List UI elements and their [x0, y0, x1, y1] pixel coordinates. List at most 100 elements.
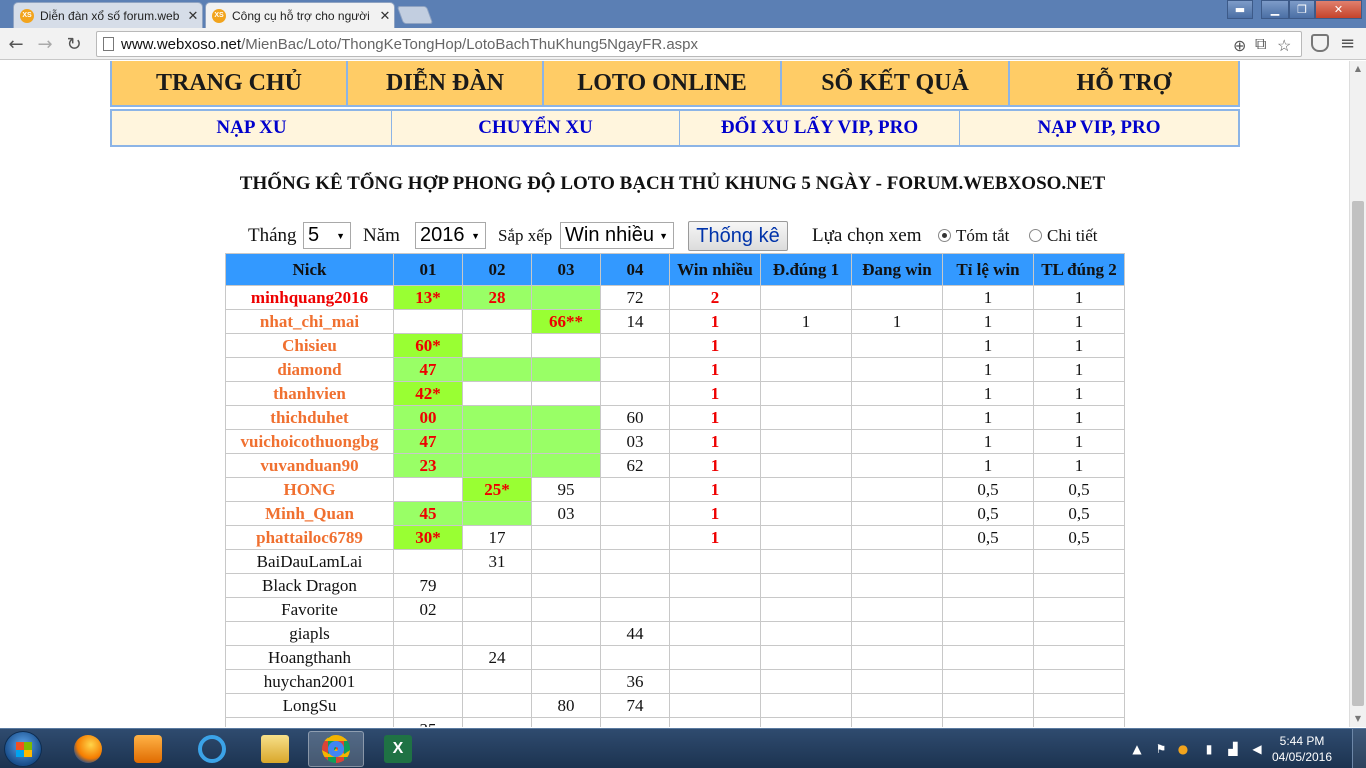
chrome-icon [322, 735, 350, 763]
win-rate-cell [942, 717, 1034, 727]
bookmark-star-icon[interactable]: ☆ [1277, 36, 1291, 56]
column-header: Đang win [851, 253, 943, 286]
correct-1-cell [760, 549, 852, 574]
nick-cell: phattailoc6789 [225, 525, 394, 550]
scrollbar-thumb[interactable] [1352, 201, 1364, 706]
network-signal-icon[interactable]: ▟ [1226, 742, 1240, 756]
menu-ho-tro[interactable]: HỖ TRỢ [1010, 61, 1238, 105]
taskbar-chrome[interactable] [308, 731, 364, 767]
scroll-up-arrow-icon[interactable]: ▲ [1350, 61, 1366, 77]
day-cell [462, 309, 532, 334]
browser-tab-tools[interactable]: XS Công cụ hỗ trợ cho người ✕ [205, 2, 395, 28]
nick-cell: Black Dragon [225, 573, 394, 598]
day-cell: 60 [600, 405, 670, 430]
submenu-doi-xu[interactable]: ĐỔI XU LẤY VIP, PRO [680, 111, 960, 145]
day-cell [462, 501, 532, 526]
back-arrow-icon[interactable]: ← [4, 32, 28, 56]
correct-2-rate-cell: 1 [1033, 405, 1125, 430]
winning-streak-cell: 1 [851, 309, 943, 334]
taskbar-excel[interactable]: X [370, 731, 426, 767]
column-header: 01 [393, 253, 463, 286]
user-profile-icon[interactable]: ▬ [1227, 0, 1253, 19]
taskbar-media-player[interactable] [120, 731, 176, 767]
menu-loto-online[interactable]: LOTO ONLINE [544, 61, 782, 105]
year-select[interactable]: 2016 ▼ [415, 222, 486, 249]
menu-so-ket-qua[interactable]: SỔ KẾT QUẢ [782, 61, 1010, 105]
maximize-window-button[interactable]: ❐ [1289, 0, 1315, 19]
win-count-cell: 1 [669, 429, 761, 454]
day-cell [462, 717, 532, 727]
taskbar-firefox[interactable] [60, 731, 116, 767]
win-count-cell: 1 [669, 501, 761, 526]
close-tab-icon[interactable]: ✕ [376, 8, 394, 24]
vertical-scrollbar[interactable]: ▲ ▼ [1349, 61, 1366, 727]
day-cell: 72 [600, 285, 670, 310]
winning-streak-cell [851, 645, 943, 670]
day-cell [600, 357, 670, 382]
winning-streak-cell [851, 477, 943, 502]
sort-select[interactable]: Win nhiều ▼ [560, 222, 674, 249]
nick-cell: minhquang2016 [225, 285, 394, 310]
reload-icon[interactable]: ↻ [62, 32, 86, 56]
day-cell [462, 357, 532, 382]
browser-tab-forum[interactable]: XS Diễn đàn xổ số forum.web ✕ [13, 2, 203, 28]
radio-detail[interactable] [1029, 229, 1042, 242]
winning-streak-cell [851, 573, 943, 598]
show-desktop-button[interactable] [1352, 729, 1366, 768]
chrome-menu-icon[interactable]: ≡ [1340, 33, 1355, 54]
translate-icon[interactable]: ⧉ [1255, 36, 1266, 54]
correct-2-rate-cell [1033, 597, 1125, 622]
correct-2-rate-cell [1033, 573, 1125, 598]
submenu-chuyen-xu[interactable]: CHUYỂN XU [392, 111, 680, 145]
month-select[interactable]: 5 ▼ [303, 222, 351, 249]
taskbar-internet-explorer[interactable] [184, 731, 240, 767]
win-count-cell [669, 573, 761, 598]
day-cell: 14 [600, 309, 670, 334]
action-center-icon[interactable]: ⚑ [1154, 742, 1168, 756]
nick-cell [225, 717, 394, 727]
month-value: 5 [308, 224, 320, 246]
forward-arrow-icon[interactable]: → [33, 32, 57, 56]
zoom-icon[interactable]: ⊕ [1233, 36, 1246, 56]
new-tab-button[interactable] [396, 6, 434, 24]
correct-2-rate-cell [1033, 693, 1125, 718]
winning-streak-cell [851, 549, 943, 574]
minimize-window-button[interactable]: ▁ [1261, 0, 1289, 19]
winning-streak-cell [851, 597, 943, 622]
show-hidden-icons-icon[interactable]: ▲ [1130, 742, 1144, 756]
taskbar-file-explorer[interactable] [247, 731, 303, 767]
correct-1-cell [760, 621, 852, 646]
nick-cell: Chisieu [225, 333, 394, 358]
battery-icon[interactable]: ▮ [1202, 742, 1216, 756]
table-row: Hoangthanh 24 [225, 645, 1125, 670]
thong-ke-button[interactable]: Thống kê [688, 221, 788, 251]
close-tab-icon[interactable]: ✕ [184, 8, 202, 24]
close-window-button[interactable]: ✕ [1315, 0, 1362, 19]
extension-shield-icon[interactable] [1311, 34, 1329, 52]
day-cell [462, 381, 532, 406]
submenu-nap-xu[interactable]: NẠP XU [112, 111, 392, 145]
menu-trang-chu[interactable]: TRANG CHỦ [112, 61, 348, 105]
system-clock[interactable]: 5:44 PM 04/05/2016 [1262, 733, 1342, 765]
xs-tray-icon[interactable]: ● [1176, 742, 1190, 756]
table-row: giapls 44 [225, 621, 1125, 646]
win-rate-cell: 1 [942, 285, 1034, 310]
winning-streak-cell [851, 717, 943, 727]
menu-dien-dan[interactable]: DIỄN ĐÀN [348, 61, 544, 105]
correct-1-cell [760, 597, 852, 622]
url-path: /MienBac/Loto/ThongKeTongHop/LotoBachThu… [241, 35, 699, 53]
start-button[interactable] [4, 731, 42, 767]
day-cell [462, 621, 532, 646]
correct-2-rate-cell: 1 [1033, 453, 1125, 478]
radio-summary[interactable] [938, 229, 951, 242]
submenu-nap-vip[interactable]: NẠP VIP, PRO [960, 111, 1238, 145]
day-cell: 74 [600, 693, 670, 718]
day-cell [462, 453, 532, 478]
address-bar[interactable]: www.webxoso.net/MienBac/Loto/ThongKeTong… [96, 31, 1302, 57]
win-rate-cell: 1 [942, 309, 1034, 334]
scroll-down-arrow-icon[interactable]: ▼ [1350, 711, 1366, 727]
table-row: Chisieu 60* 1 1 1 [225, 333, 1125, 358]
table-row: 35 [225, 717, 1125, 727]
table-row: thanhvien 42* 1 1 1 [225, 381, 1125, 406]
win-count-cell [669, 669, 761, 694]
